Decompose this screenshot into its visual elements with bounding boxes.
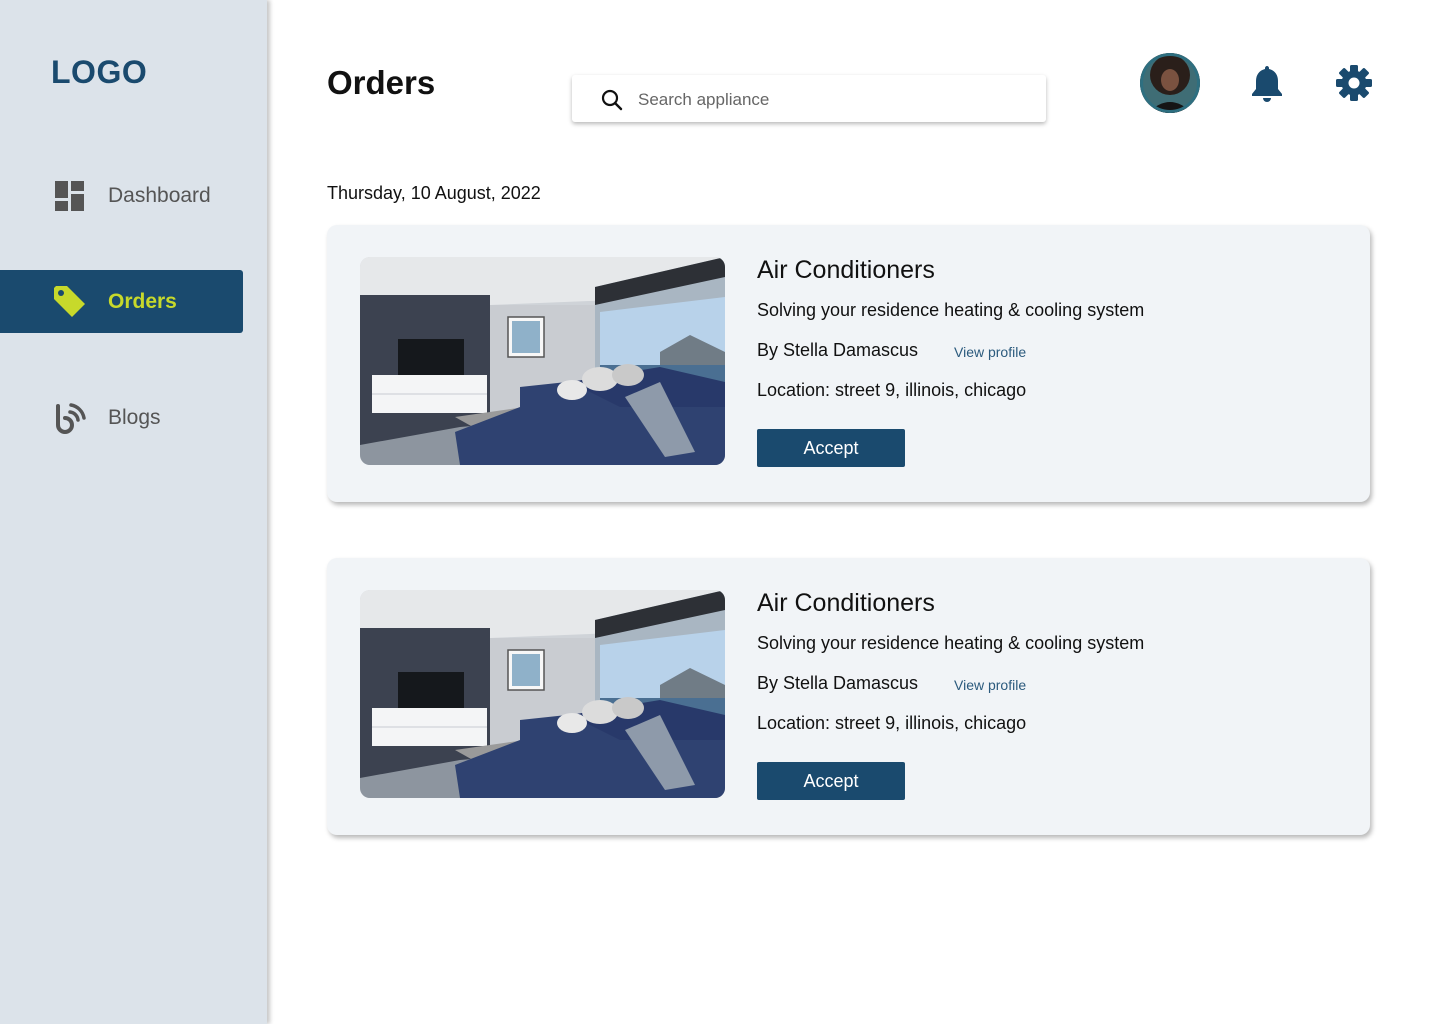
order-title: Air Conditioners xyxy=(757,256,935,284)
appliance-photo xyxy=(360,590,725,798)
view-profile-link[interactable]: View profile xyxy=(954,344,1026,360)
order-card: Air Conditioners Solving your residence … xyxy=(327,225,1370,502)
search-box[interactable] xyxy=(572,75,1046,124)
appliance-photo xyxy=(360,257,725,465)
view-profile-link[interactable]: View profile xyxy=(954,677,1026,693)
logo[interactable]: LOGO xyxy=(51,54,147,91)
sidebar-item-label: Orders xyxy=(108,289,177,313)
order-date: Thursday, 10 August, 2022 xyxy=(327,183,541,203)
accept-button[interactable]: Accept xyxy=(757,762,905,800)
order-provider: By Stella Damascus xyxy=(757,340,919,360)
dashboard-grid-icon xyxy=(52,178,88,214)
order-location: Location: street 9, illinois, chicago xyxy=(757,380,1027,400)
order-location: Location: street 9, illinois, chicago xyxy=(757,713,1027,733)
search-input[interactable] xyxy=(636,75,1030,124)
blog-feed-icon xyxy=(52,400,88,436)
order-description: Solving your residence heating & cooling… xyxy=(757,633,1145,653)
sidebar: LOGO Dashboard Orders Blogs xyxy=(0,0,267,1024)
gear-icon[interactable] xyxy=(1334,63,1374,103)
tag-icon xyxy=(52,284,88,320)
avatar[interactable] xyxy=(1140,53,1200,113)
order-provider: By Stella Damascus xyxy=(757,673,919,693)
order-description: Solving your residence heating & cooling… xyxy=(757,300,1145,320)
order-title: Air Conditioners xyxy=(757,589,935,617)
sidebar-item-orders[interactable]: Orders xyxy=(0,270,243,333)
accept-button[interactable]: Accept xyxy=(757,429,905,467)
order-card: Air Conditioners Solving your residence … xyxy=(327,558,1370,835)
sidebar-item-dashboard[interactable]: Dashboard xyxy=(0,164,243,227)
search-icon xyxy=(601,89,623,111)
sidebar-item-blogs[interactable]: Blogs xyxy=(0,386,243,449)
sidebar-item-label: Blogs xyxy=(108,405,161,429)
page-title: Orders xyxy=(327,64,436,101)
bell-icon[interactable] xyxy=(1247,63,1287,103)
sidebar-item-label: Dashboard xyxy=(108,183,211,207)
